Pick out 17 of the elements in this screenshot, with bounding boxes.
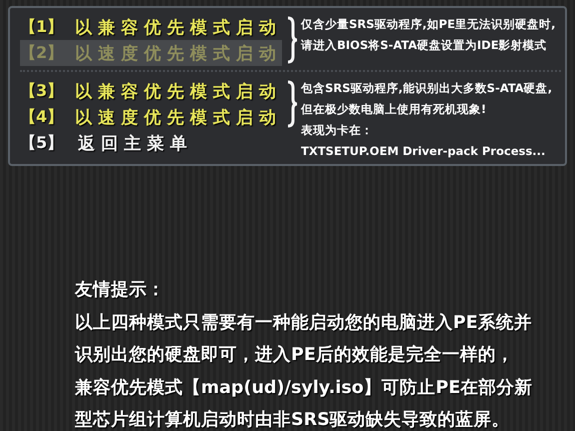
tip-text: 识别出您的硬盘即可，进入PE后的效能是完全一样的，	[75, 344, 515, 367]
note-text: 仅含少量SRS驱动程序,如PE里无法识别硬盘时,	[301, 16, 556, 33]
note-text: TXTSETUP.OEM Driver-pack Process...	[301, 143, 546, 160]
tip-text: 型芯片组计算机启动时由非SRS驱动缺失导致的蓝屏。	[75, 408, 511, 431]
brace-icon	[286, 16, 298, 64]
note-text: 表现为卡在：	[301, 122, 374, 139]
menu-item[interactable]: 【4】 以速度优先模式启动	[20, 104, 282, 130]
brace-icon	[286, 80, 298, 128]
note-text: 但在极少数电脑上使用有死机现象!	[301, 101, 488, 118]
note-text: 请进入BIOS将S-ATA硬盘设置为IDE影射模式	[301, 37, 548, 54]
tip-title: 友情提示：	[75, 279, 166, 302]
menu-item[interactable]: 【1】 以兼容优先模式启动	[20, 14, 282, 40]
note-text: 包含SRS驱动程序,能识别出大多数S-ATA硬盘,	[301, 80, 552, 97]
menu-item[interactable]: 【5】 返回主菜单	[20, 130, 282, 156]
tip-text: 兼容优先模式【map(ud)/syly.iso】可防止PE在部分新	[75, 376, 534, 400]
tip-text: 以上四种模式只需要有一种能启动您的电脑进入PE系统并	[75, 312, 533, 334]
menu-item[interactable]: 【3】 以兼容优先模式启动	[20, 78, 282, 104]
